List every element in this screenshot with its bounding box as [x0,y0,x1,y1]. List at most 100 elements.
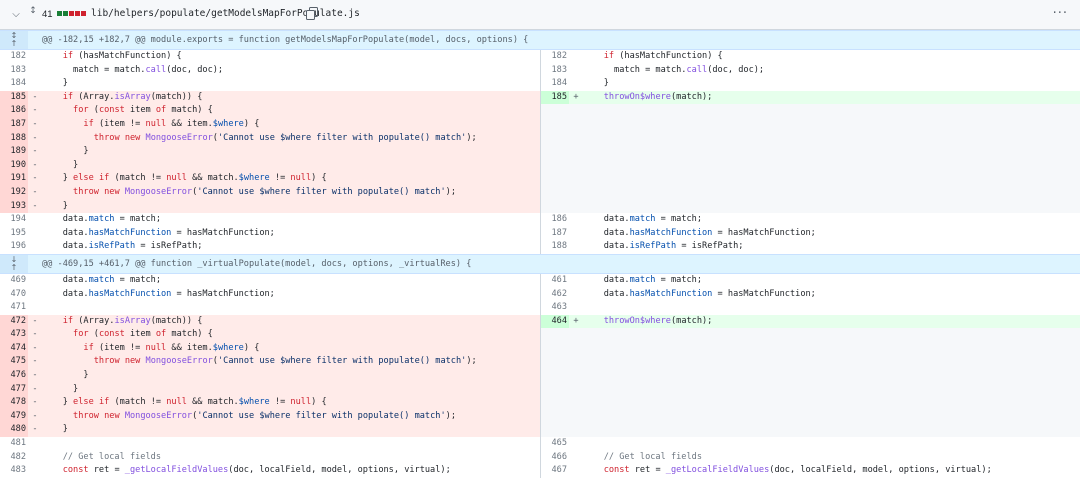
line-number[interactable]: 185 [541,90,569,105]
line-number[interactable] [541,396,569,410]
diff-sign [569,118,583,132]
line-number[interactable]: 185 [0,90,28,105]
expand-all-icon[interactable]: ↕ [27,7,39,23]
line-number[interactable]: 193 [0,199,28,214]
line-number[interactable] [541,369,569,383]
right-line: 185 + throwOn$where(match); [540,90,1080,105]
line-number[interactable] [541,382,569,397]
right-line: 465 [540,437,1080,451]
line-number[interactable]: 184 [541,77,569,91]
diff-sign [569,132,583,146]
diff-row: 473- for (const item of match) { [0,328,1080,342]
line-number[interactable]: 188 [541,240,569,254]
line-number[interactable]: 190 [0,158,28,173]
line-number[interactable]: 196 [0,240,28,254]
line-number[interactable]: 192 [0,185,28,200]
line-number[interactable]: 195 [0,227,28,241]
line-number[interactable] [541,131,569,146]
line-number[interactable]: 183 [541,64,569,78]
line-number[interactable]: 480 [0,423,28,438]
diff-sign [28,464,42,478]
line-number[interactable]: 478 [0,396,28,410]
line-number[interactable]: 461 [541,274,569,288]
right-line [540,145,1080,159]
code-line: throw new MongooseError('Cannot use $whe… [73,410,456,421]
line-number[interactable] [541,172,569,186]
line-number[interactable] [541,199,569,214]
diff-row: 196 data.isRefPath = isRefPath; 188 data.… [0,240,1080,254]
left-line: 471 [0,301,540,315]
line-number[interactable]: 194 [0,213,28,227]
line-number[interactable]: 182 [0,50,28,64]
line-number[interactable]: 183 [0,64,28,78]
line-number[interactable] [541,145,569,159]
code-line: data.hasMatchFunction = hasMatchFunction… [583,227,816,238]
diff-row: 190- } [0,158,1080,173]
left-line: 483 const ret = _getLocalFieldValues(doc… [0,464,540,478]
line-number[interactable]: 188 [0,131,28,146]
diff-sign [569,451,583,465]
line-number[interactable]: 482 [0,451,28,465]
line-number[interactable]: 184 [0,77,28,91]
diff-sign [569,464,583,478]
line-number[interactable] [541,158,569,173]
file-path[interactable]: lib/helpers/populate/getModelsMapForPopu… [91,8,360,19]
more-options-icon[interactable]: ··· [1053,6,1068,21]
line-number[interactable]: 469 [0,274,28,288]
line-number[interactable]: 471 [0,301,28,315]
expand-hunk-icon[interactable]: ↓ ↑ [0,254,28,273]
line-number[interactable]: 479 [0,409,28,424]
line-number[interactable]: 472 [0,314,28,329]
line-number[interactable]: 189 [0,145,28,159]
line-number[interactable]: 186 [541,213,569,227]
line-number[interactable] [541,423,569,438]
line-number[interactable]: 191 [0,172,28,186]
line-number[interactable] [541,104,569,118]
diff-row: 482 // Get local fields 466 // Get local … [0,450,1080,465]
line-number[interactable]: 477 [0,382,28,397]
line-number[interactable] [541,328,569,342]
line-number[interactable]: 473 [0,328,28,342]
diff-sign [28,227,42,241]
line-number[interactable]: 464 [541,314,569,329]
diff-sign [569,342,583,356]
line-number[interactable]: 466 [541,451,569,465]
line-number[interactable]: 470 [0,288,28,302]
line-number[interactable]: 462 [541,288,569,302]
expand-hunk-icon[interactable]: ↕ ↑ [0,31,28,49]
line-number[interactable]: 465 [541,437,569,451]
line-number[interactable]: 475 [0,355,28,370]
line-number[interactable]: 483 [0,464,28,478]
line-number[interactable]: 182 [541,50,569,64]
line-number[interactable] [541,185,569,200]
diff-sign [569,288,583,302]
right-line [540,185,1080,200]
right-line [540,328,1080,342]
line-number[interactable] [541,341,569,356]
line-number[interactable]: 187 [0,117,28,132]
line-number[interactable]: 186 [0,104,28,118]
line-number[interactable]: 463 [541,301,569,315]
line-number[interactable] [541,355,569,370]
diff-sign: - [32,159,38,170]
line-number[interactable]: 481 [0,437,28,451]
line-number[interactable]: 474 [0,341,28,356]
line-number[interactable] [541,409,569,424]
left-line: 477- } [0,382,540,397]
line-number[interactable]: 187 [541,227,569,241]
line-number[interactable]: 467 [541,464,569,478]
left-line: 476- } [0,369,540,383]
line-number[interactable]: 476 [0,369,28,383]
chevron-down-icon[interactable]: ⌵ [8,6,24,22]
code-line: match = match.call(doc, doc); [42,64,224,75]
right-line [540,423,1080,438]
line-number[interactable] [541,117,569,132]
diff-sign: - [32,397,38,408]
right-line: 464 + throwOn$where(match); [540,314,1080,329]
diffstat-block [57,11,62,16]
code-line: data.hasMatchFunction = hasMatchFunction… [42,288,275,299]
changes-count: 41 [42,9,53,20]
copy-icon[interactable] [306,7,318,20]
